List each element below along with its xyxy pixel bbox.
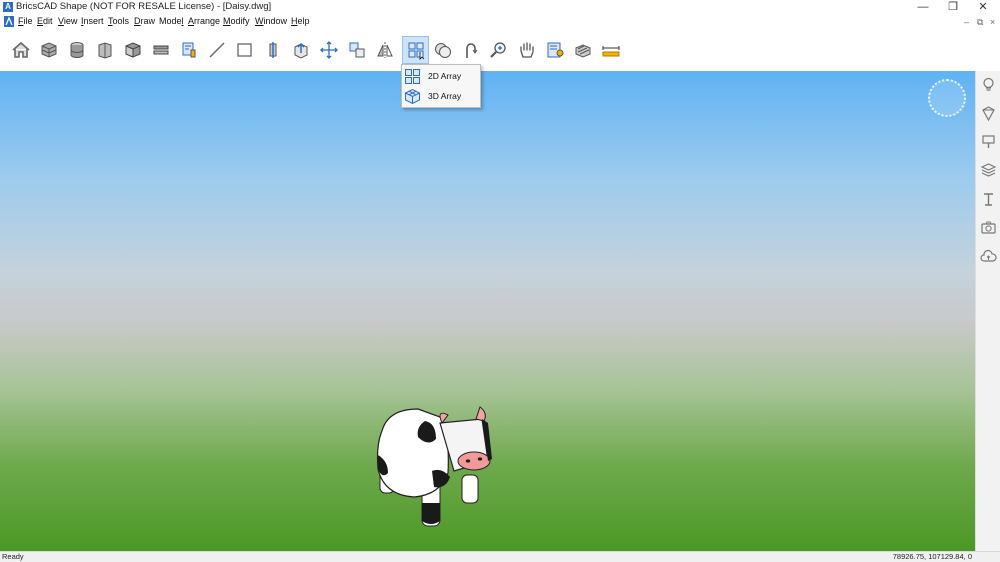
mdi-restore-button[interactable]: ⧉	[977, 17, 983, 28]
menu-tools[interactable]: Tools	[108, 16, 129, 26]
slab-icon[interactable]	[148, 37, 174, 63]
pan-icon[interactable]	[514, 37, 540, 63]
menu-modify[interactable]: Modify	[223, 16, 250, 26]
stamp-icon[interactable]	[980, 133, 997, 150]
menu-file[interactable]: File	[18, 16, 33, 26]
line-icon[interactable]	[204, 37, 230, 63]
mdi-minimize-button[interactable]: –	[964, 17, 969, 27]
menu-draw[interactable]: Draw	[134, 16, 155, 26]
push-pull-icon[interactable]	[288, 37, 314, 63]
menu-insert[interactable]: Insert	[81, 16, 104, 26]
app-logo-icon: A	[3, 2, 13, 12]
status-bar: Ready 78926.75, 107129.84, 0	[0, 551, 1000, 562]
render-icon[interactable]	[542, 37, 568, 63]
cow-model[interactable]	[370, 403, 500, 533]
cloud-icon[interactable]	[980, 248, 997, 265]
array-2d-icon	[405, 69, 420, 84]
array-icon[interactable]	[402, 36, 429, 64]
measure-icon[interactable]	[598, 37, 624, 63]
lightbulb-icon[interactable]	[980, 77, 997, 94]
move-icon[interactable]	[316, 37, 342, 63]
rotate-icon[interactable]	[458, 37, 484, 63]
menu-view[interactable]: View	[58, 16, 77, 26]
text-icon[interactable]	[980, 191, 997, 208]
menu-item-2d-array-label: 2D Array	[428, 71, 462, 81]
camera-icon[interactable]	[980, 219, 997, 236]
paint-icon[interactable]	[176, 37, 202, 63]
document-icon[interactable]	[4, 16, 14, 27]
menu-window[interactable]: Window	[255, 16, 287, 26]
cylinder-stack-icon[interactable]	[64, 37, 90, 63]
zoom-icon[interactable]	[486, 37, 512, 63]
menu-item-2d-array[interactable]: 2D Array	[402, 66, 480, 86]
section-icon[interactable]	[570, 37, 596, 63]
menu-help[interactable]: Help	[291, 16, 310, 26]
mirror-icon[interactable]	[372, 37, 398, 63]
model-viewport[interactable]	[0, 71, 975, 551]
title-bar: A BricsCAD Shape (NOT FOR RESALE License…	[0, 0, 1000, 15]
rectangle-icon[interactable]	[232, 37, 258, 63]
coordinate-readout: 78926.75, 107129.84, 0	[892, 552, 972, 561]
material-icon[interactable]	[980, 105, 997, 122]
home-icon[interactable]	[8, 37, 34, 63]
array-dropdown: 2D Array 3D Array	[401, 64, 481, 108]
union-icon[interactable]	[430, 37, 456, 63]
wall-icon[interactable]	[92, 37, 118, 63]
copy-icon[interactable]	[344, 37, 370, 63]
menu-model[interactable]: Model	[159, 16, 184, 26]
menu-item-3d-array-label: 3D Array	[428, 91, 462, 101]
box-stack-icon[interactable]	[36, 37, 62, 63]
menu-item-3d-array[interactable]: 3D Array	[402, 86, 480, 106]
solid-box-icon[interactable]	[120, 37, 146, 63]
menu-edit[interactable]: Edit	[37, 16, 53, 26]
window-title: BricsCAD Shape (NOT FOR RESALE License) …	[16, 1, 272, 12]
navigation-compass[interactable]	[928, 79, 966, 117]
menu-bar: File Edit View Insert Tools Draw Model A…	[0, 15, 1000, 29]
status-text: Ready	[2, 552, 24, 561]
mdi-close-button[interactable]: ×	[990, 17, 995, 27]
close-button[interactable]: ✕	[968, 0, 998, 15]
menu-arrange[interactable]: Arrange	[188, 16, 220, 26]
restore-button[interactable]: ❐	[938, 0, 968, 15]
right-panel	[975, 71, 1000, 551]
minimize-button[interactable]: —	[908, 0, 938, 15]
layers-icon[interactable]	[980, 161, 997, 178]
array-3d-icon	[405, 88, 420, 105]
extrude-icon[interactable]	[260, 37, 286, 63]
toolbar	[0, 31, 1000, 71]
